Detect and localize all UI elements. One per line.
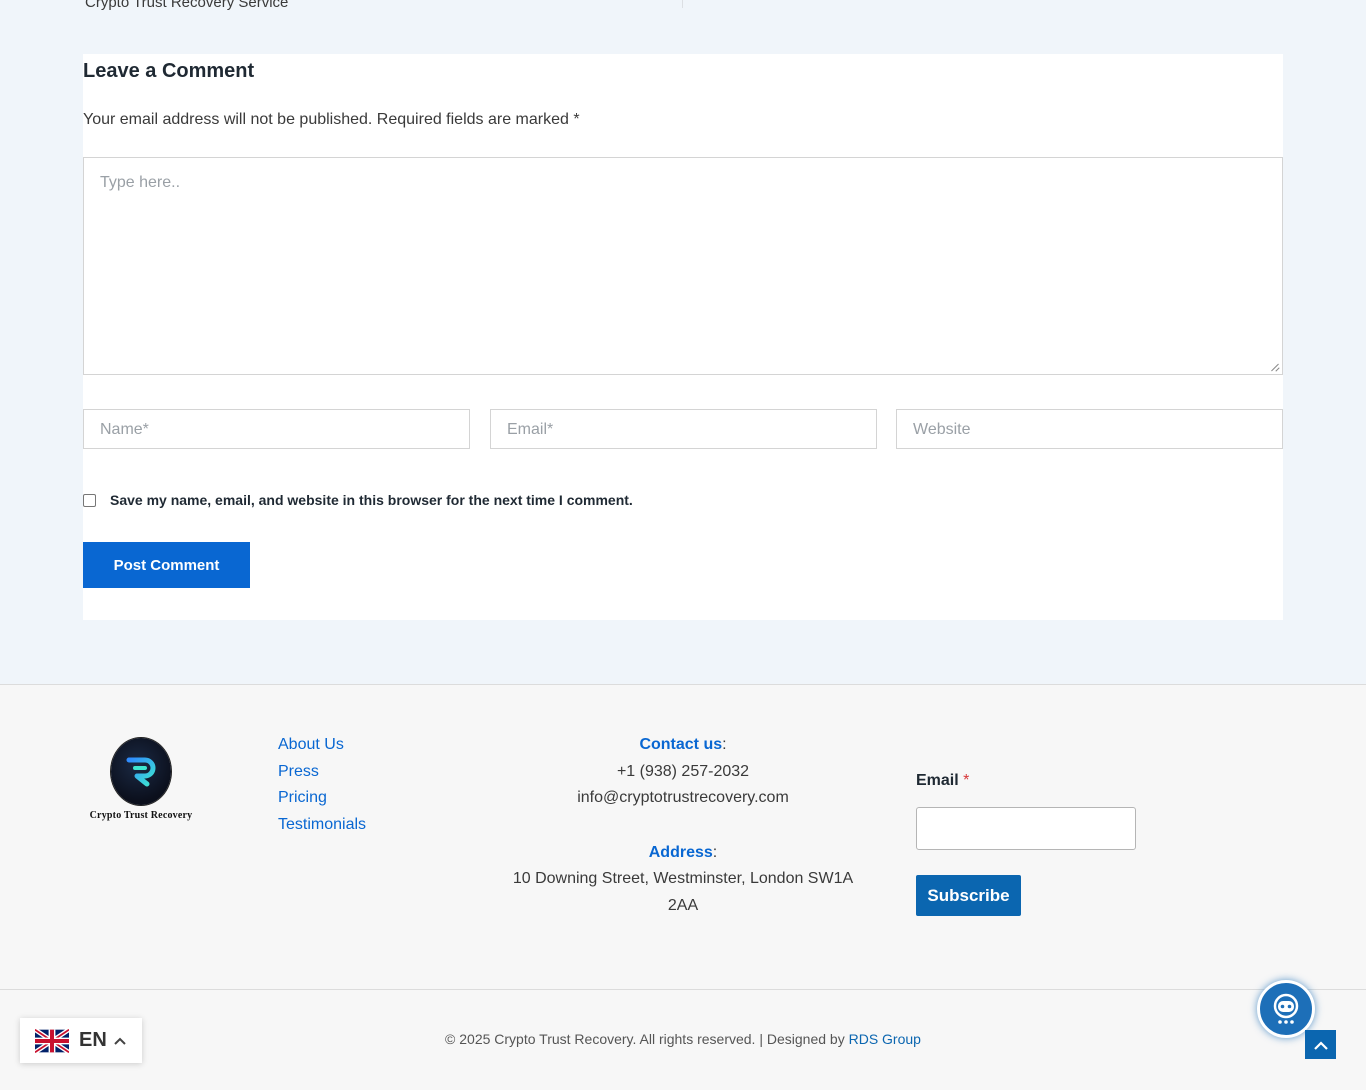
previous-post-link[interactable]: Crypto Trust Recovery Service [85,0,288,11]
subscribe-button[interactable]: Subscribe [916,875,1021,916]
designer-link[interactable]: RDS Group [849,1031,921,1047]
footer-nav: About Us Press Pricing Testimonials [278,732,366,838]
cookie-consent-row: Save my name, email, and website in this… [83,492,633,508]
language-code: EN [79,1029,107,1051]
contact-phone[interactable]: +1 (938) 257-2032 [500,759,866,786]
cookie-consent-label[interactable]: Save my name, email, and website in this… [110,492,633,508]
scroll-to-top-button[interactable] [1305,1030,1336,1059]
resize-grip-icon[interactable] [1271,363,1279,371]
contact-email[interactable]: info@cryptotrustrecovery.com [500,785,866,812]
logo-text: Crypto Trust Recovery [89,810,193,821]
address-line-2: 2AA [667,896,699,914]
footer-link-press[interactable]: Press [278,759,366,786]
logo-emblem-icon [111,738,171,805]
arrow-up-icon [1313,1040,1328,1050]
newsletter-form: Email * Subscribe [916,772,1136,916]
comment-textarea-placeholder: Type here.. [100,174,181,191]
cookie-consent-checkbox[interactable] [83,493,96,507]
comment-textarea[interactable]: Type here.. [83,157,1283,375]
footer-logo[interactable]: Crypto Trust Recovery [88,738,194,828]
footer-link-pricing[interactable]: Pricing [278,785,366,812]
footer-link-testimonials[interactable]: Testimonials [278,812,366,839]
comment-form: Leave a Comment Your email address will … [83,54,1283,620]
name-field[interactable]: Name* [83,409,470,449]
chevron-up-icon [114,1037,126,1045]
footer-contact: Contact us: +1 (938) 257-2032 info@crypt… [500,732,866,919]
address-heading: Address [648,843,713,861]
website-field[interactable]: Website [896,409,1283,449]
footer-link-about-us[interactable]: About Us [278,732,366,759]
address-line-1: 10 Downing Street, Westminster, London S… [512,870,854,887]
contact-heading: Contact us [639,736,723,753]
newsletter-email-input[interactable] [916,807,1136,850]
comment-form-title: Leave a Comment [83,60,255,82]
newsletter-email-label: Email * [916,772,970,789]
email-field[interactable]: Email* [490,409,877,449]
copyright-text: © 2025 Crypto Trust Recovery. All rights… [445,1031,921,1047]
post-comment-button[interactable]: Post Comment [83,542,250,588]
post-nav-divider [682,0,683,8]
uk-flag-icon [35,1028,69,1053]
chatbot-icon [1273,993,1299,1024]
language-switcher[interactable]: EN [20,1018,142,1063]
comment-notes: Your email address will not be published… [83,111,580,128]
required-mark: * [963,772,970,789]
